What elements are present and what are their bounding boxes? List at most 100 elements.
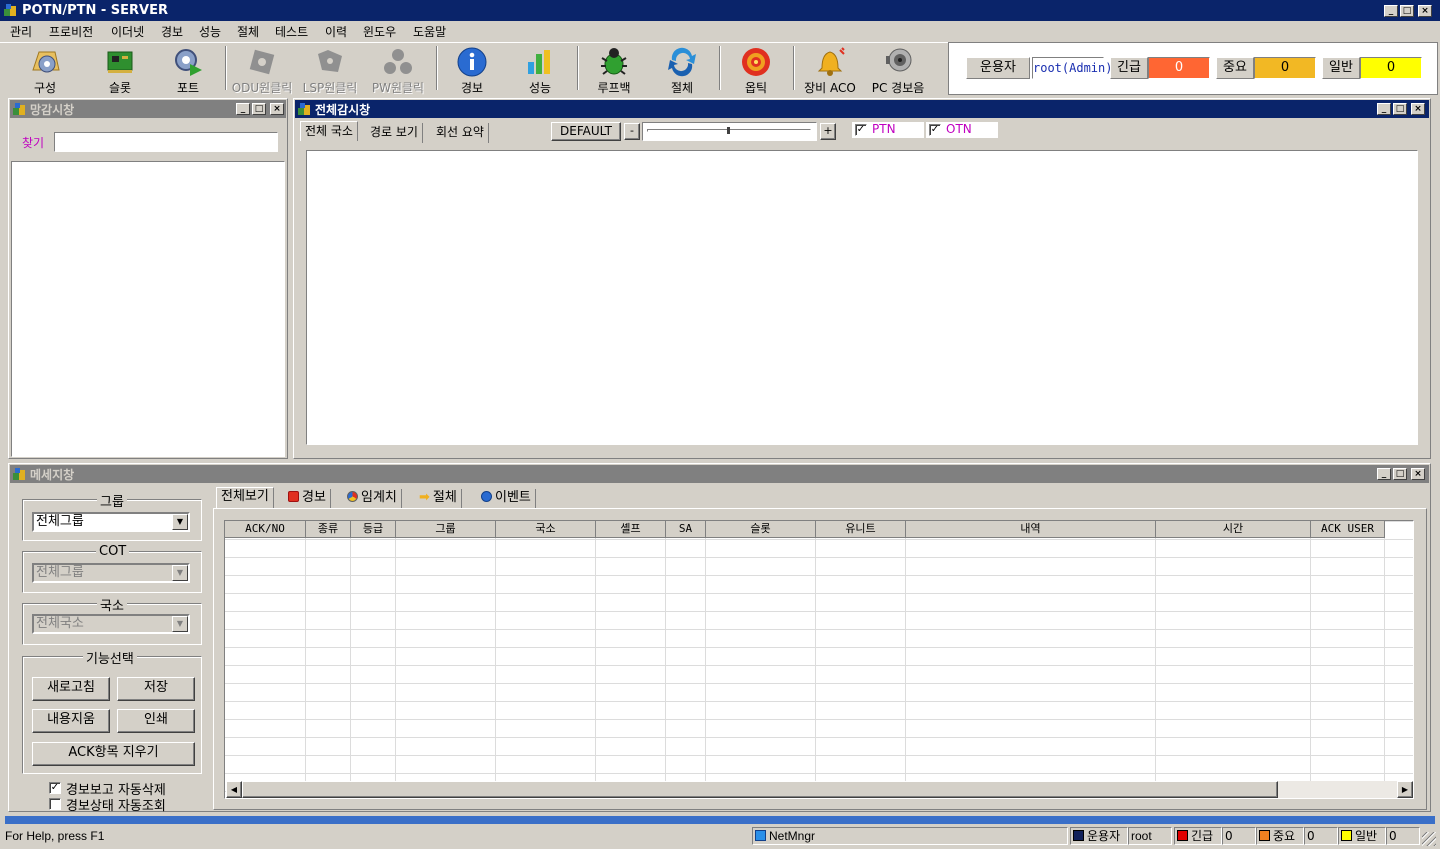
column-header-ack-user[interactable]: ACK USER xyxy=(1311,521,1385,538)
column-header-shelf[interactable]: 셸프 xyxy=(596,521,666,538)
app-title-bar[interactable]: POTN/PTN - SERVER _ □ × xyxy=(0,0,1440,21)
scrollbar-thumb[interactable] xyxy=(242,781,1278,798)
tab-threshold[interactable]: 임계치 xyxy=(343,489,402,509)
maximize-button[interactable]: □ xyxy=(1393,468,1407,480)
save-button[interactable]: 저장 xyxy=(117,677,195,701)
column-header-time[interactable]: 시간 xyxy=(1156,521,1311,538)
menu-switch[interactable]: 절체 xyxy=(237,23,259,40)
menu-help[interactable]: 도움말 xyxy=(413,23,446,40)
switch-button[interactable]: 절체 xyxy=(649,44,715,95)
search-input[interactable] xyxy=(54,132,278,152)
zoom-out-button[interactable]: - xyxy=(624,123,640,140)
menu-test[interactable]: 테스트 xyxy=(275,23,308,40)
cot-select[interactable]: 전체그룹 ▼ xyxy=(32,563,190,583)
optic-button[interactable]: 옵틱 xyxy=(723,44,789,95)
site-select[interactable]: 전체국소 ▼ xyxy=(32,614,190,634)
slot-button[interactable]: 슬롯 xyxy=(87,44,153,95)
zoom-slider-thumb[interactable] xyxy=(727,127,730,134)
group-select[interactable]: 전체그룹 ▼ xyxy=(32,512,190,532)
otn-checkbox[interactable]: ✓ xyxy=(929,124,941,136)
clear-content-button[interactable]: 내용지움 xyxy=(32,709,110,733)
auto-query-checkbox[interactable] xyxy=(49,798,61,810)
scroll-left-button[interactable]: ◀ xyxy=(226,781,242,798)
auto-delete-checkbox[interactable]: ✓ xyxy=(49,782,61,794)
port-button[interactable]: 포트 xyxy=(155,44,221,95)
odu-oneclick-button[interactable]: ODU원클릭 xyxy=(229,44,295,95)
menu-alarm[interactable]: 경보 xyxy=(161,23,183,40)
close-button[interactable]: × xyxy=(1411,468,1425,480)
minimize-button[interactable]: _ xyxy=(1377,103,1391,115)
alarm-info-button[interactable]: 경보 xyxy=(439,44,505,95)
pc-alarm-sound-button[interactable]: PC 경보음 xyxy=(865,44,931,95)
otn-label: OTN xyxy=(946,122,972,136)
tab-circuit-summary[interactable]: 회선 요약 xyxy=(432,123,489,143)
operator-label: 운용자 xyxy=(966,57,1030,79)
scroll-right-button[interactable]: ▶ xyxy=(1397,781,1413,798)
menu-window[interactable]: 윈도우 xyxy=(363,23,396,40)
loopback-button[interactable]: 루프백 xyxy=(581,44,647,95)
column-header-type[interactable]: 종류 xyxy=(306,521,351,538)
auto-query-label: 경보상태 자동조회 xyxy=(66,799,166,814)
urgent-square-icon xyxy=(1177,830,1188,841)
message-panel-titlebar[interactable]: 메세지창 _ □ × xyxy=(10,465,1429,483)
chevron-down-icon[interactable]: ▼ xyxy=(172,514,188,530)
topology-canvas[interactable] xyxy=(306,150,1418,445)
tab-path-view[interactable]: 경로 보기 xyxy=(366,123,423,143)
lsp-oneclick-button[interactable]: LSP원클릭 xyxy=(297,44,363,95)
config-button[interactable]: 구성 xyxy=(12,44,78,95)
close-button[interactable]: × xyxy=(270,103,284,115)
tab-all-messages[interactable]: 전체보기 xyxy=(216,487,274,509)
resize-grip-icon[interactable] xyxy=(1422,832,1436,846)
minimize-button[interactable]: _ xyxy=(1377,468,1391,480)
refresh-button[interactable]: 새로고침 xyxy=(32,677,110,701)
main-panel-titlebar[interactable]: 전체감시창 _ □ × xyxy=(295,100,1429,118)
column-header-grade[interactable]: 등급 xyxy=(351,521,396,538)
maximize-button[interactable]: □ xyxy=(252,103,266,115)
column-header-site[interactable]: 국소 xyxy=(496,521,596,538)
pw-oneclick-button[interactable]: PW원클릭 xyxy=(365,44,431,95)
tab-switch[interactable]: ➡ 절체 xyxy=(415,489,462,509)
column-header-group[interactable]: 그룹 xyxy=(396,521,496,538)
tab-all-sites[interactable]: 전체 국소 xyxy=(300,121,358,141)
chevron-down-icon[interactable]: ▼ xyxy=(172,565,188,581)
maximize-button[interactable]: □ xyxy=(1393,103,1407,115)
toolbar-separator xyxy=(436,46,438,90)
column-header-unit[interactable]: 유니트 xyxy=(816,521,906,538)
menu-provision[interactable]: 프로비전 xyxy=(49,23,93,40)
menu-manage[interactable]: 관리 xyxy=(10,23,32,40)
performance-button[interactable]: 성능 xyxy=(507,44,573,95)
network-panel-titlebar[interactable]: 망감시창 _ □ × xyxy=(10,100,286,118)
zoom-in-button[interactable]: + xyxy=(820,123,836,140)
ack-clear-button[interactable]: ACK항목 지우기 xyxy=(32,742,195,766)
menu-performance[interactable]: 성능 xyxy=(199,23,221,40)
column-header-detail[interactable]: 내역 xyxy=(906,521,1156,538)
tab-event[interactable]: 이벤트 xyxy=(477,489,536,509)
close-button[interactable]: × xyxy=(1411,103,1425,115)
message-grid[interactable] xyxy=(224,520,1414,799)
column-header-slot[interactable]: 슬롯 xyxy=(706,521,816,538)
group-filter-label: 그룹 xyxy=(97,491,127,510)
app-title: POTN/PTN - SERVER xyxy=(22,3,169,18)
menu-history[interactable]: 이력 xyxy=(325,23,347,40)
toolbar-separator xyxy=(719,46,721,90)
column-header-sa[interactable]: SA xyxy=(666,521,706,538)
zoom-slider[interactable] xyxy=(642,122,817,141)
column-header-ack-no[interactable]: ACK/NO xyxy=(225,521,306,538)
network-panel-title: 망감시창 xyxy=(30,103,75,117)
ptn-checkbox[interactable]: ✓ xyxy=(855,124,867,136)
tab-alarm[interactable]: 경보 xyxy=(284,489,331,509)
close-button[interactable]: × xyxy=(1418,5,1432,17)
equipment-aco-button[interactable]: 장비 ACO xyxy=(797,44,863,95)
horizontal-scrollbar[interactable]: ◀ ▶ xyxy=(226,781,1413,798)
minimize-button[interactable]: _ xyxy=(236,103,250,115)
menu-ethernet[interactable]: 이더넷 xyxy=(111,23,144,40)
maximize-button[interactable]: □ xyxy=(1400,5,1414,17)
major-status-pane: 중요 xyxy=(1256,827,1304,845)
default-button[interactable]: DEFAULT xyxy=(551,122,621,141)
port-gear-play-icon xyxy=(175,49,202,76)
print-button[interactable]: 인쇄 xyxy=(117,709,195,733)
chevron-down-icon[interactable]: ▼ xyxy=(172,616,188,632)
help-text: For Help, press F1 xyxy=(2,827,748,845)
minimize-button[interactable]: _ xyxy=(1384,5,1398,17)
network-tree[interactable] xyxy=(11,161,285,457)
